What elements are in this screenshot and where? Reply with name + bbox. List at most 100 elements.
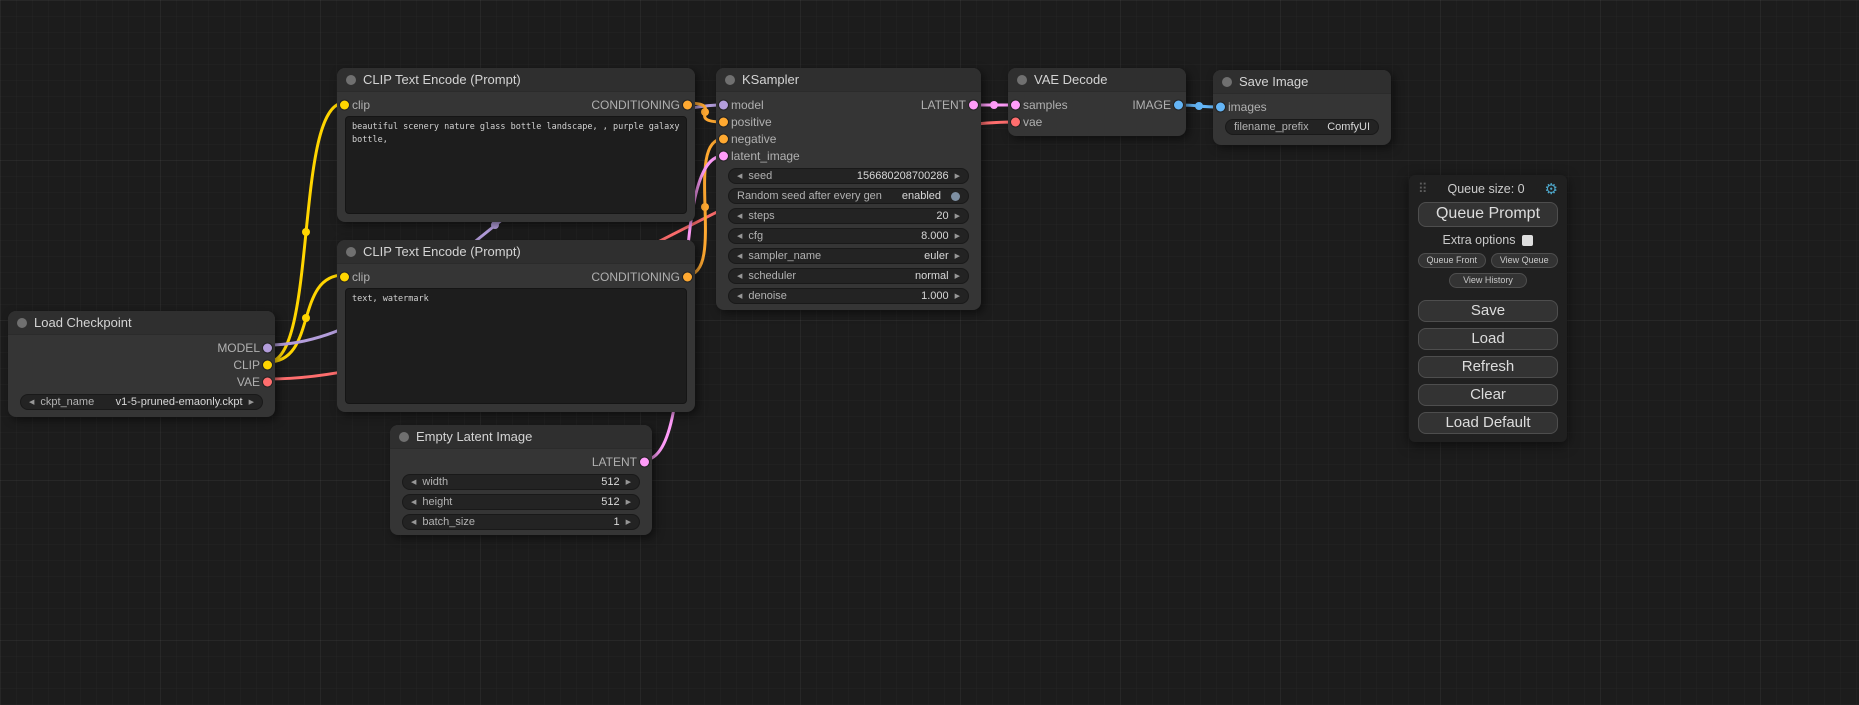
widget-scheduler[interactable]: ◀ scheduler normal ▶ bbox=[728, 268, 969, 284]
slot-row[interactable]: samples IMAGE bbox=[1008, 96, 1186, 113]
widget-filename-prefix[interactable]: filename_prefix ComfyUI bbox=[1225, 119, 1379, 135]
collapse-dot-icon[interactable] bbox=[1222, 77, 1232, 87]
conditioning-port-icon[interactable] bbox=[719, 134, 728, 143]
node-vae-decode[interactable]: VAE Decode samples IMAGE vae bbox=[1008, 68, 1186, 136]
slot-row[interactable]: clip CONDITIONING bbox=[337, 268, 695, 285]
decrement-arrow-icon[interactable]: ◀ bbox=[737, 173, 742, 180]
widget-random-seed-toggle[interactable]: Random seed after every gen enabled bbox=[728, 188, 969, 204]
node-titlebar[interactable]: VAE Decode bbox=[1008, 68, 1186, 92]
refresh-button[interactable]: Refresh bbox=[1418, 356, 1558, 378]
decrement-arrow-icon[interactable]: ◀ bbox=[29, 399, 34, 406]
model-port-icon[interactable] bbox=[719, 100, 728, 109]
widget-ckpt-name[interactable]: ◀ ckpt_name v1-5-pruned-emaonly.ckpt ▶ bbox=[20, 394, 263, 410]
collapse-dot-icon[interactable] bbox=[725, 75, 735, 85]
collapse-dot-icon[interactable] bbox=[346, 75, 356, 85]
node-titlebar[interactable]: Load Checkpoint bbox=[8, 311, 275, 335]
node-titlebar[interactable]: Empty Latent Image bbox=[390, 425, 652, 449]
input-slot-vae[interactable]: vae bbox=[1008, 113, 1186, 130]
load-button[interactable]: Load bbox=[1418, 328, 1558, 350]
increment-arrow-icon[interactable]: ▶ bbox=[626, 479, 631, 486]
widget-width[interactable]: ◀ width 512 ▶ bbox=[402, 474, 640, 490]
node-titlebar[interactable]: Save Image bbox=[1213, 70, 1391, 94]
decrement-arrow-icon[interactable]: ◀ bbox=[737, 273, 742, 280]
view-queue-button[interactable]: View Queue bbox=[1491, 253, 1559, 268]
increment-arrow-icon[interactable]: ▶ bbox=[626, 519, 631, 526]
output-slot-latent[interactable]: LATENT bbox=[390, 453, 652, 470]
conditioning-port-icon[interactable] bbox=[683, 100, 692, 109]
graph-canvas[interactable]: Load Checkpoint MODEL CLIP VAE ◀ ckpt_na… bbox=[0, 0, 1859, 705]
widget-denoise[interactable]: ◀ denoise 1.000 ▶ bbox=[728, 288, 969, 304]
node-empty-latent-image[interactable]: Empty Latent Image LATENT ◀ width 512 ▶ … bbox=[390, 425, 652, 535]
output-slot-model[interactable]: MODEL bbox=[8, 339, 275, 356]
clip-port-icon[interactable] bbox=[263, 360, 272, 369]
latent-port-icon[interactable] bbox=[1011, 100, 1020, 109]
decrement-arrow-icon[interactable]: ◀ bbox=[411, 499, 416, 506]
increment-arrow-icon[interactable]: ▶ bbox=[955, 253, 960, 260]
view-history-button[interactable]: View History bbox=[1449, 273, 1527, 288]
increment-arrow-icon[interactable]: ▶ bbox=[955, 213, 960, 220]
clip-port-icon[interactable] bbox=[340, 100, 349, 109]
node-save-image[interactable]: Save Image images filename_prefix ComfyU… bbox=[1213, 70, 1391, 145]
increment-arrow-icon[interactable]: ▶ bbox=[955, 233, 960, 240]
image-port-icon[interactable] bbox=[1174, 100, 1183, 109]
decrement-arrow-icon[interactable]: ◀ bbox=[737, 233, 742, 240]
image-port-icon[interactable] bbox=[1216, 102, 1225, 111]
decrement-arrow-icon[interactable]: ◀ bbox=[737, 213, 742, 220]
input-slot-negative[interactable]: negative bbox=[716, 130, 981, 147]
widget-seed[interactable]: ◀ seed 156680208700286 ▶ bbox=[728, 168, 969, 184]
collapse-dot-icon[interactable] bbox=[17, 318, 27, 328]
increment-arrow-icon[interactable]: ▶ bbox=[626, 499, 631, 506]
collapse-dot-icon[interactable] bbox=[1017, 75, 1027, 85]
node-clip-text-encode-positive[interactable]: CLIP Text Encode (Prompt) clip CONDITION… bbox=[337, 68, 695, 222]
collapse-dot-icon[interactable] bbox=[346, 247, 356, 257]
slot-label: positive bbox=[731, 115, 772, 129]
increment-arrow-icon[interactable]: ▶ bbox=[249, 399, 254, 406]
vae-port-icon[interactable] bbox=[263, 377, 272, 386]
node-titlebar[interactable]: CLIP Text Encode (Prompt) bbox=[337, 68, 695, 92]
load-default-button[interactable]: Load Default bbox=[1418, 412, 1558, 434]
widget-steps[interactable]: ◀ steps 20 ▶ bbox=[728, 208, 969, 224]
decrement-arrow-icon[interactable]: ◀ bbox=[737, 253, 742, 260]
output-slot-vae[interactable]: VAE bbox=[8, 373, 275, 390]
save-button[interactable]: Save bbox=[1418, 300, 1558, 322]
clip-port-icon[interactable] bbox=[340, 272, 349, 281]
queue-front-button[interactable]: Queue Front bbox=[1418, 253, 1486, 268]
collapse-dot-icon[interactable] bbox=[399, 432, 409, 442]
model-port-icon[interactable] bbox=[263, 343, 272, 352]
output-slot-clip[interactable]: CLIP bbox=[8, 356, 275, 373]
widget-height[interactable]: ◀ height 512 ▶ bbox=[402, 494, 640, 510]
queue-prompt-button[interactable]: Queue Prompt bbox=[1418, 202, 1558, 227]
widget-sampler-name[interactable]: ◀ sampler_name euler ▶ bbox=[728, 248, 969, 264]
clear-button[interactable]: Clear bbox=[1418, 384, 1558, 406]
prompt-textarea[interactable]: text, watermark bbox=[345, 288, 687, 404]
toggle-indicator-icon[interactable] bbox=[951, 192, 960, 201]
latent-port-icon[interactable] bbox=[640, 457, 649, 466]
slot-row[interactable]: clip CONDITIONING bbox=[337, 96, 695, 113]
conditioning-port-icon[interactable] bbox=[719, 117, 728, 126]
widget-cfg[interactable]: ◀ cfg 8.000 ▶ bbox=[728, 228, 969, 244]
slot-row[interactable]: model LATENT bbox=[716, 96, 981, 113]
input-slot-positive[interactable]: positive bbox=[716, 113, 981, 130]
widget-batch-size[interactable]: ◀ batch_size 1 ▶ bbox=[402, 514, 640, 530]
increment-arrow-icon[interactable]: ▶ bbox=[955, 273, 960, 280]
input-slot-latent-image[interactable]: latent_image bbox=[716, 147, 981, 164]
drag-handle-icon[interactable]: ⠿ bbox=[1418, 181, 1428, 197]
extra-options-checkbox[interactable] bbox=[1522, 235, 1533, 246]
node-clip-text-encode-negative[interactable]: CLIP Text Encode (Prompt) clip CONDITION… bbox=[337, 240, 695, 412]
conditioning-port-icon[interactable] bbox=[683, 272, 692, 281]
decrement-arrow-icon[interactable]: ◀ bbox=[411, 479, 416, 486]
node-titlebar[interactable]: KSampler bbox=[716, 68, 981, 92]
vae-port-icon[interactable] bbox=[1011, 117, 1020, 126]
increment-arrow-icon[interactable]: ▶ bbox=[955, 173, 960, 180]
prompt-textarea[interactable]: beautiful scenery nature glass bottle la… bbox=[345, 116, 687, 214]
settings-gear-icon[interactable]: ⚙ bbox=[1545, 182, 1558, 197]
node-load-checkpoint[interactable]: Load Checkpoint MODEL CLIP VAE ◀ ckpt_na… bbox=[8, 311, 275, 417]
latent-port-icon[interactable] bbox=[969, 100, 978, 109]
increment-arrow-icon[interactable]: ▶ bbox=[955, 293, 960, 300]
decrement-arrow-icon[interactable]: ◀ bbox=[737, 293, 742, 300]
node-titlebar[interactable]: CLIP Text Encode (Prompt) bbox=[337, 240, 695, 264]
latent-port-icon[interactable] bbox=[719, 151, 728, 160]
node-ksampler[interactable]: KSampler model LATENT positive negative … bbox=[716, 68, 981, 310]
input-slot-images[interactable]: images bbox=[1213, 98, 1391, 115]
decrement-arrow-icon[interactable]: ◀ bbox=[411, 519, 416, 526]
